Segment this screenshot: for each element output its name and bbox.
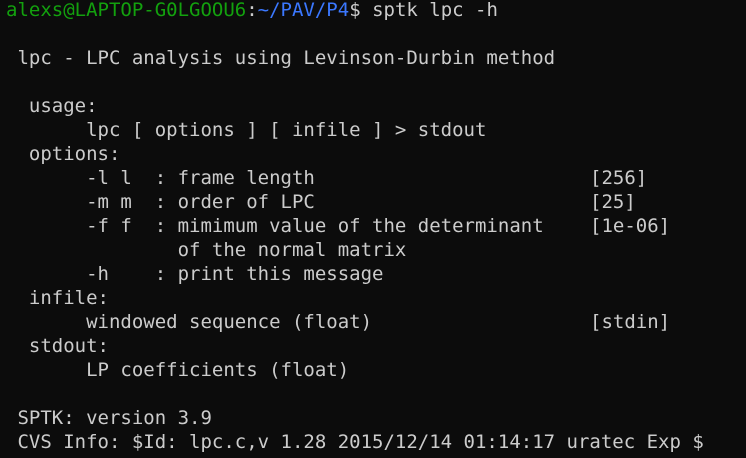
options-header: options: [6, 143, 121, 165]
prompt-separator: : [246, 0, 258, 21]
option-text: -f f : mimimum value of the determinant [6, 215, 544, 237]
option-row: -f f : mimimum value of the determinant [… [6, 214, 746, 238]
infile-header: infile: [6, 287, 109, 309]
prompt-symbol: $ [349, 0, 361, 21]
option-default: [256] [590, 167, 648, 189]
option-text: -h : print this message [6, 263, 384, 285]
option-row: -h : print this message [6, 262, 746, 286]
cvs-info-line: CVS Info: $Id: lpc.c,v 1.28 2015/12/14 0… [6, 431, 704, 453]
option-row: -l l : frame length [256] [6, 166, 746, 190]
prompt-user-host: alexs@LAPTOP-G0LGOOU6 [6, 0, 247, 21]
help-title: lpc - LPC analysis using Levinson-Durbin… [6, 47, 556, 69]
option-text: -m m : order of LPC [6, 191, 315, 213]
version-line: SPTK: version 3.9 [6, 407, 212, 429]
option-text: -l l : frame length [6, 167, 315, 189]
infile-row: windowed sequence (float) [stdin] [6, 310, 746, 334]
stdout-header: stdout: [6, 335, 109, 357]
infile-text: windowed sequence (float) [6, 311, 373, 333]
prompt-path: ~/PAV/P4 [257, 0, 350, 21]
terminal-window[interactable]: alexs@LAPTOP-G0LGOOU6:~/PAV/P4$ sptk lpc… [6, 0, 746, 458]
usage-header: usage: [6, 95, 98, 117]
stdout-line: LP coefficients (float) [6, 359, 350, 381]
usage-line: lpc [ options ] [ infile ] > stdout [6, 119, 487, 141]
option-row: of the normal matrix [6, 238, 746, 262]
option-row: -m m : order of LPC [25] [6, 190, 746, 214]
option-text: of the normal matrix [6, 239, 407, 261]
prompt-line: alexs@LAPTOP-G0LGOOU6:~/PAV/P4$ sptk lpc… [6, 0, 746, 22]
option-default: [1e-06] [590, 215, 671, 237]
option-default: [25] [590, 191, 636, 213]
prompt-command: sptk lpc -h [360, 0, 498, 21]
infile-default: [stdin] [590, 311, 671, 333]
